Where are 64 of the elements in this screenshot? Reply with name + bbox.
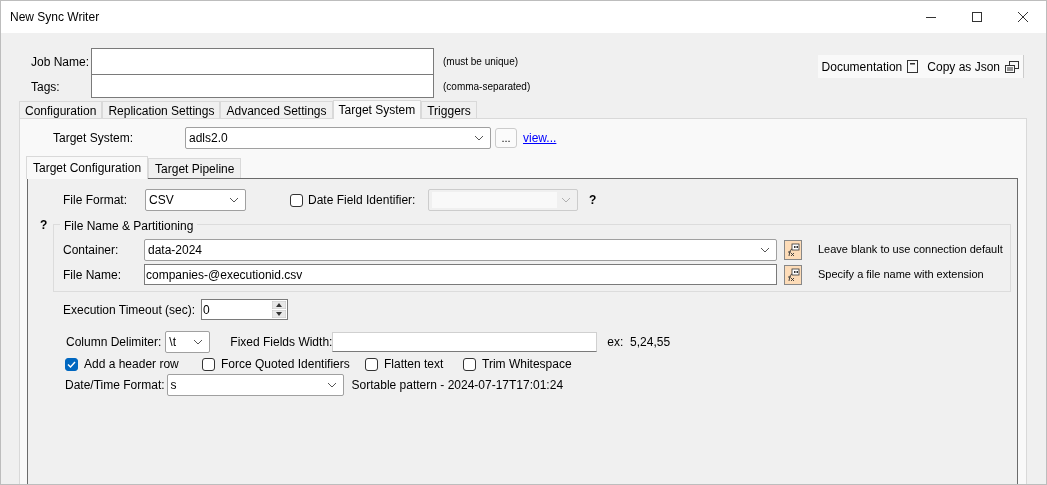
delimiter-dropdown[interactable]: \t [165,330,211,353]
fx-icon [786,242,800,257]
checkbox-label: Force Quoted Identifiers [221,356,350,373]
copy-icon [1005,60,1019,73]
field-label: File Format: [62,192,128,209]
checkbox[interactable] [202,357,215,371]
checkbox[interactable] [65,357,78,371]
text-field[interactable] [91,48,434,75]
field-label: Tags: [30,78,61,96]
field-label: Target System: [52,130,135,147]
field-label: Container: [62,241,120,259]
file-format-dropdown[interactable]: CSV [145,189,246,211]
expression-button[interactable] [784,264,802,285]
format-description: Sortable pattern - 2024-07-17T17:01:24 [351,376,564,394]
tab[interactable]: Triggers [421,101,477,118]
field-label: Column Delimiter: [65,333,163,351]
fixed-width-field[interactable] [332,331,598,352]
text-field[interactable] [91,75,434,98]
checkbox-label: Add a header row [84,356,179,373]
field-note: (comma-separated) [443,80,531,94]
spin-down-icon[interactable] [272,310,286,318]
maximize-icon[interactable] [972,12,982,22]
tab[interactable]: Target Configuration [26,156,149,179]
checkbox[interactable] [463,357,476,371]
field-label: File Name: [62,266,122,284]
minimize-icon[interactable] [926,16,936,18]
field-label: Fixed Fields Width: [230,333,333,351]
spin-up-icon[interactable] [272,301,286,309]
expression-button[interactable] [784,239,802,260]
chevron-down-icon[interactable] [193,338,204,345]
document-icon [907,60,919,73]
copy-json-button[interactable]: Copy as Json [927,57,1019,76]
container-dropdown[interactable]: data-2024 [144,238,777,261]
chevron-down-icon[interactable] [474,135,484,141]
help-mark[interactable]: ? [40,216,53,292]
tab[interactable]: Advanced Settings [220,101,333,118]
checkbox-label: Date Field Identifier: [308,192,417,209]
tab[interactable]: Target Pipeline [148,158,242,178]
target-system-dropdown[interactable]: adls2.0 [185,127,491,149]
field-note: (must be unique) [443,55,519,69]
browse-button[interactable]: ... [495,128,517,148]
view-link[interactable]: view... [523,129,557,147]
checkbox[interactable] [365,357,378,371]
close-icon[interactable] [1018,12,1028,22]
chevron-down-icon[interactable] [326,381,337,388]
fx-icon [786,267,800,282]
timeout-spinner[interactable]: 0 [201,299,288,320]
window-title: New Sync Writer [10,9,101,26]
checkbox-label: Trim Whitespace [482,356,572,373]
field-hint: Specify a file name with extension [818,267,984,283]
chevron-down-icon[interactable] [760,246,770,253]
checkbox-label: Flatten text [384,356,444,373]
chevron-down-icon[interactable] [229,197,239,203]
tab[interactable]: Configuration [19,101,103,118]
field-hint: Leave blank to use connection default [818,242,1003,258]
field-label: Execution Timeout (sec): [62,301,197,319]
datetime-format-dropdown[interactable]: s [166,373,344,396]
example-text: ex: 5,24,55 [607,333,671,351]
file-name-field[interactable]: companies-@executionid.csv [144,264,777,285]
tab[interactable]: Replication Settings [102,101,221,118]
field-label: Date/Time Format: [64,376,166,394]
tab[interactable]: Target System [332,100,422,119]
field-label: Job Name: [30,53,91,71]
documentation-button[interactable]: Documentation [821,57,919,76]
